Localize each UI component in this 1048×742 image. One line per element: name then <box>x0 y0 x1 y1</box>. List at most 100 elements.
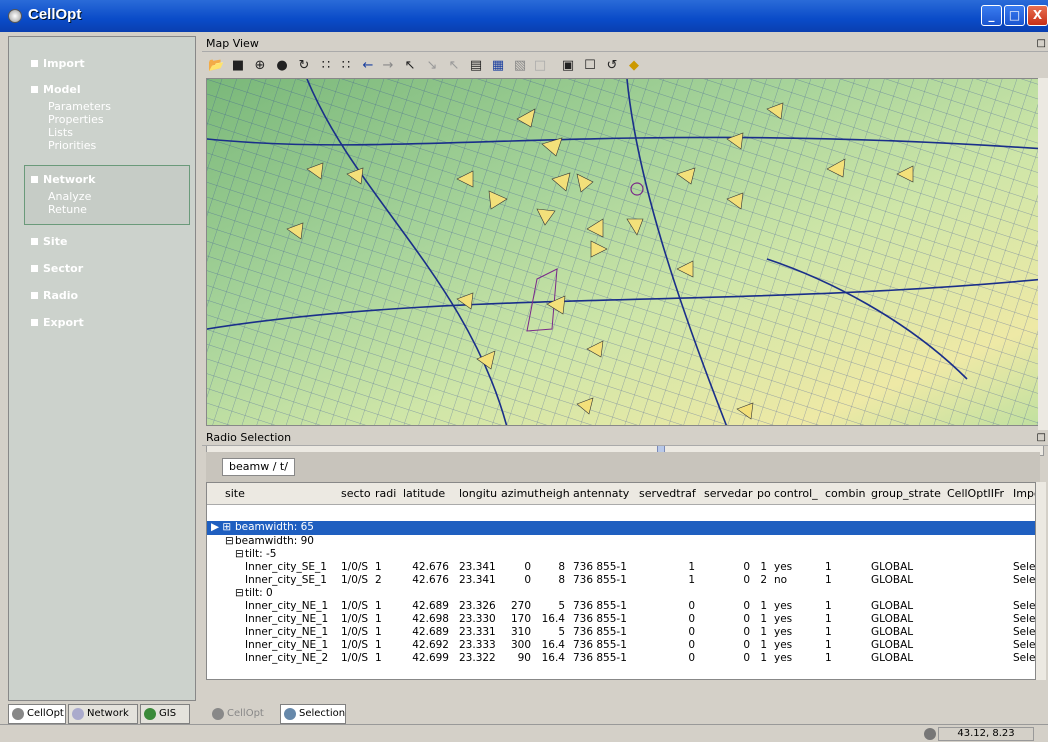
save-icon[interactable]: ■ <box>230 58 246 74</box>
cell-antennaty[interactable]: 736 855-1 <box>573 639 633 652</box>
cell-heigh[interactable]: 5 <box>539 626 565 639</box>
table-row[interactable]: Inner_city_NE_1 1/0/S 1 42.698 23.330 170 16.4… <box>207 613 1035 626</box>
cell-heigh[interactable]: 16.4 <box>539 652 565 665</box>
cell-impo[interactable]: Select <box>1013 561 1035 574</box>
pan-icon[interactable]: ↖ <box>446 58 462 74</box>
col-azimuth[interactable]: azimut <box>501 487 539 500</box>
nav-model-parameters[interactable]: Parameters <box>48 100 111 113</box>
maximize-button[interactable]: □ <box>1004 5 1025 26</box>
tab-cellopt[interactable]: CellOpt <box>8 704 66 724</box>
cell-servedtraf[interactable]: 0 <box>639 652 695 665</box>
nav-network[interactable]: Network <box>31 173 95 186</box>
cell-latitude[interactable]: 42.676 <box>403 561 449 574</box>
cell-control[interactable]: yes <box>774 639 820 652</box>
cell-heigh[interactable]: 8 <box>539 574 565 587</box>
cell-heigh[interactable]: 16.4 <box>539 639 565 652</box>
collapse-icon[interactable]: ⊟ <box>235 548 244 561</box>
cell-servedar[interactable]: 0 <box>704 652 750 665</box>
select-icon[interactable]: ↖ <box>402 58 418 74</box>
cell-groupstrate[interactable]: GLOBAL <box>871 652 941 665</box>
group-row-tilt-0[interactable]: ⊟ tilt: 0 <box>207 587 1035 600</box>
cell-azimut[interactable]: 300 <box>501 639 531 652</box>
cell-groupstrate[interactable]: GLOBAL <box>871 561 941 574</box>
table-row[interactable]: Inner_city_NE_1 1/0/S 1 42.689 23.331 310 5 736… <box>207 626 1035 639</box>
move-icon[interactable]: ↘ <box>424 58 440 74</box>
open-folder-icon[interactable]: 📂 <box>208 58 224 74</box>
cell-site[interactable]: Inner_city_NE_1 <box>245 600 337 613</box>
back-arrow-icon[interactable]: ← <box>360 58 376 74</box>
cell-latitude[interactable]: 42.698 <box>403 613 449 626</box>
nav-radio[interactable]: Radio <box>31 289 78 302</box>
cell-servedtraf[interactable]: 1 <box>639 574 695 587</box>
group-row-beamwidth-65[interactable]: ▶ ⊞ beamwidth: 65 <box>207 521 1035 535</box>
cell-impo[interactable]: Select <box>1013 600 1035 613</box>
cell-site[interactable]: Inner_city_SE_1 <box>245 561 337 574</box>
cell-impo[interactable]: Select <box>1013 652 1035 665</box>
region-icon[interactable]: ▣ <box>560 58 576 74</box>
cell-radi[interactable]: 1 <box>375 600 395 613</box>
cell-antennaty[interactable]: 736 855-1 <box>573 561 633 574</box>
cell-control[interactable]: yes <box>774 626 820 639</box>
cell-latitude[interactable]: 42.692 <box>403 639 449 652</box>
cell-heigh[interactable]: 8 <box>539 561 565 574</box>
tab-network[interactable]: Network <box>68 704 138 724</box>
rotate-icon[interactable]: ↺ <box>604 58 620 74</box>
nav-model[interactable]: Model <box>31 83 81 96</box>
cell-servedtraf[interactable]: 0 <box>639 626 695 639</box>
nav-network-analyze[interactable]: Analyze <box>48 190 91 203</box>
cell-azimut[interactable]: 0 <box>501 574 531 587</box>
cell-radi[interactable]: 1 <box>375 613 395 626</box>
cell-secto[interactable]: 1/0/S <box>341 561 371 574</box>
minimize-button[interactable]: _ <box>981 5 1002 26</box>
cell-control[interactable]: yes <box>774 652 820 665</box>
cell-heigh[interactable]: 5 <box>539 600 565 613</box>
cell-combin[interactable]: 1 <box>825 613 865 626</box>
cell-secto[interactable]: 1/0/S <box>341 639 371 652</box>
table-row[interactable]: Inner_city_NE_2 1/0/S 1 42.699 23.322 90 16.4 7… <box>207 652 1035 665</box>
cell-longitu[interactable]: 23.331 <box>459 626 495 639</box>
nav-network-retune[interactable]: Retune <box>48 203 87 216</box>
cell-secto[interactable]: 1/0/S <box>341 600 371 613</box>
cell-impo[interactable]: Select <box>1013 613 1035 626</box>
forward-arrow-icon[interactable]: → <box>380 58 396 74</box>
nav-import[interactable]: Import <box>31 57 85 70</box>
cell-control[interactable]: yes <box>774 600 820 613</box>
nav-sector[interactable]: Sector <box>31 262 83 275</box>
cell-control[interactable]: yes <box>774 561 820 574</box>
cell-azimut[interactable]: 270 <box>501 600 531 613</box>
cell-servedtraf[interactable]: 0 <box>639 600 695 613</box>
col-po[interactable]: po <box>757 487 771 500</box>
cell-servedar[interactable]: 0 <box>704 561 750 574</box>
tab-cellopt-bottom[interactable]: CellOpt <box>208 704 278 724</box>
cell-po[interactable]: 2 <box>757 574 767 587</box>
cell-longitu[interactable]: 23.330 <box>459 613 495 626</box>
cell-groupstrate[interactable]: GLOBAL <box>871 626 941 639</box>
col-servedtraffic[interactable]: servedtraf <box>639 487 696 500</box>
zoom-out-icon[interactable]: ∷ <box>338 58 354 74</box>
col-celloptiifr[interactable]: CellOptIIFr <box>947 487 1004 500</box>
cell-azimut[interactable]: 310 <box>501 626 531 639</box>
col-group-strategy[interactable]: group_strate <box>871 487 941 500</box>
cell-servedar[interactable]: 0 <box>704 613 750 626</box>
refresh-icon[interactable]: ↻ <box>296 58 312 74</box>
cell-site[interactable]: Inner_city_NE_1 <box>245 639 337 652</box>
cell-groupstrate[interactable]: GLOBAL <box>871 613 941 626</box>
zoom-icon[interactable]: ⊕ <box>252 58 268 74</box>
cell-impo[interactable]: Select <box>1013 626 1035 639</box>
radio-selection-close-button[interactable]: □ <box>1037 430 1046 445</box>
cell-site[interactable]: Inner_city_NE_2 <box>245 652 337 665</box>
col-radio[interactable]: radi <box>375 487 396 500</box>
cell-longitu[interactable]: 23.341 <box>459 561 495 574</box>
cell-latitude[interactable]: 42.699 <box>403 652 449 665</box>
table-row[interactable]: Inner_city_NE_1 1/0/S 1 42.692 23.333 300 16.4… <box>207 639 1035 652</box>
cell-control[interactable]: yes <box>774 613 820 626</box>
cell-combin[interactable]: 1 <box>825 639 865 652</box>
col-latitude[interactable]: latitude <box>403 487 445 500</box>
cell-longitu[interactable]: 23.333 <box>459 639 495 652</box>
nav-model-properties[interactable]: Properties <box>48 113 104 126</box>
col-height[interactable]: heigh <box>539 487 570 500</box>
cell-impo[interactable]: Select <box>1013 574 1035 587</box>
cell-azimut[interactable]: 170 <box>501 613 531 626</box>
zoom-in-icon[interactable]: ∷ <box>318 58 334 74</box>
polygon-icon[interactable]: ☐ <box>582 58 598 74</box>
